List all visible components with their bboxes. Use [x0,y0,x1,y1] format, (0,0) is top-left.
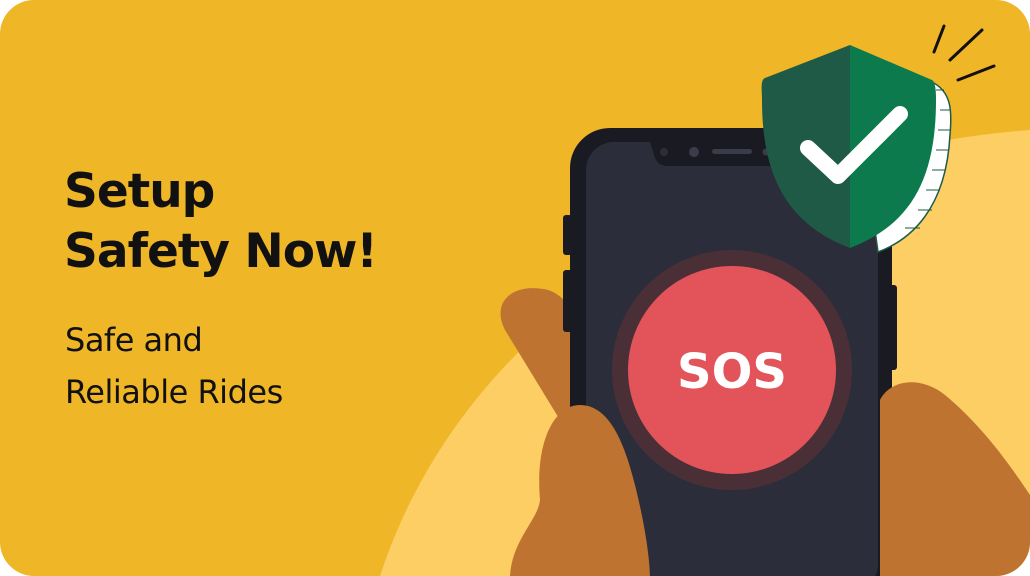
subheadline-line-1: Safe and [65,321,203,359]
illustration: SOS [380,24,1030,576]
subheadline-line-2: Reliable Rides [65,373,283,411]
sparkle-lines-icon [932,24,996,82]
sos-button-icon: SOS [612,250,852,490]
sos-label: SOS [677,344,787,400]
safety-banner: SOS Setup Safety Now! Safe and Reliable … [0,0,1030,576]
subheadline: Safe and Reliable Rides [65,314,283,418]
headline: Setup Safety Now! [64,162,378,282]
headline-line-2: Safety Now! [64,224,378,279]
headline-line-1: Setup [64,164,215,219]
